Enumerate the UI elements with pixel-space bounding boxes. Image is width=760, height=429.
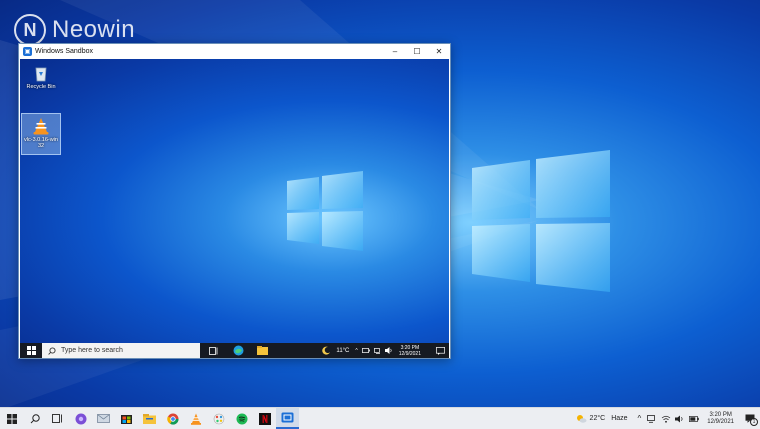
system-tray: 22°C Haze ^ 3:20 PM 12/9/2021 1 [576, 408, 760, 429]
sandbox-clock[interactable]: 3:20 PM 12/9/2021 [399, 345, 421, 357]
neowin-watermark: N Neowin [14, 14, 135, 46]
tray-chevron-icon[interactable]: ^ [638, 414, 642, 423]
taskbar-netflix[interactable] [253, 408, 276, 429]
sandbox-icon [281, 412, 294, 423]
battery-icon[interactable] [689, 415, 700, 422]
sandbox-search-placeholder: Type here to search [61, 347, 123, 354]
store-icon [121, 415, 132, 424]
host-weather-temp[interactable]: 22°C [590, 415, 606, 422]
volume-icon[interactable] [675, 415, 685, 423]
notification-count-badge: 1 [750, 418, 758, 426]
moon-weather-icon [322, 346, 330, 355]
sandbox-title-bar[interactable]: ▣ Windows Sandbox – ☐ ✕ [19, 44, 450, 59]
app-purple-icon [75, 413, 86, 424]
search-icon [48, 346, 56, 355]
taskbar-app-purple[interactable] [69, 408, 92, 429]
sandbox-task-view-button[interactable] [204, 343, 224, 358]
close-button[interactable]: ✕ [428, 44, 450, 59]
recycle-bin-label: Recycle Bin [26, 84, 56, 90]
sandbox-weather-temp: 11°C [336, 347, 350, 354]
chrome-icon [166, 413, 179, 425]
notifications-button[interactable]: 1 [740, 408, 760, 429]
sandbox-notifications-button[interactable] [431, 343, 449, 358]
sandbox-date: 12/9/2021 [398, 350, 421, 357]
volume-icon[interactable] [384, 347, 393, 354]
task-view-button[interactable] [46, 408, 69, 429]
sandbox-app-icon: ▣ [23, 47, 32, 56]
windows-start-icon [26, 346, 36, 355]
notification-icon [435, 346, 445, 355]
taskbar-store[interactable] [115, 408, 138, 429]
sandbox-time: 3:20 PM [400, 344, 420, 351]
network-icon[interactable] [647, 414, 657, 423]
neowin-logo-icon: N [14, 14, 46, 46]
desktop-icon-vlc-installer[interactable]: vlc-3.0.16-win 32 [21, 113, 61, 155]
sandbox-desktop[interactable]: Recycle Bin vlc-3.0.16-win 32 [20, 59, 449, 343]
mail-icon [97, 414, 110, 423]
sandbox-edge-button[interactable] [228, 343, 248, 358]
neowin-brand-text: Neowin [52, 16, 136, 43]
maximize-button[interactable]: ☐ [406, 44, 428, 59]
task-view-icon [52, 414, 62, 423]
windows-logo-wallpaper [472, 150, 610, 292]
host-clock[interactable]: 3:20 PM 12/9/2021 [707, 412, 734, 426]
wifi-icon[interactable] [661, 415, 671, 423]
taskbar-spotify[interactable] [230, 408, 253, 429]
host-weather-desc[interactable]: Haze [611, 415, 627, 422]
host-time: 3:20 PM [709, 411, 732, 418]
vlc-cone-icon [33, 118, 49, 135]
search-button[interactable] [23, 408, 46, 429]
vlc-installer-label: vlc-3.0.16-win 32 [24, 137, 58, 149]
network-icon[interactable] [373, 347, 382, 354]
tray-chevron-icon[interactable]: ^ [355, 348, 357, 354]
sandbox-window[interactable]: ▣ Windows Sandbox – ☐ ✕ Recycle Bin vlc-… [18, 43, 451, 359]
netflix-icon [258, 412, 271, 425]
taskbar-vlc[interactable] [184, 408, 207, 429]
taskbar-mail[interactable] [92, 408, 115, 429]
sandbox-start-button[interactable] [20, 343, 42, 358]
sandbox-taskbar: Type here to search 11°C ^ 3:20 PM 12/9/… [20, 343, 449, 358]
task-view-icon [209, 346, 218, 355]
paint-icon [213, 413, 224, 424]
search-icon [30, 413, 40, 423]
host-date: 12/9/2021 [707, 418, 734, 425]
taskbar-paint[interactable] [207, 408, 230, 429]
taskbar-windows-sandbox[interactable] [276, 408, 299, 429]
minimize-button[interactable]: – [384, 44, 406, 59]
taskbar-chrome[interactable] [161, 408, 184, 429]
file-explorer-icon [143, 413, 156, 424]
sandbox-search-box[interactable]: Type here to search [42, 343, 200, 358]
taskbar-file-explorer[interactable] [138, 408, 161, 429]
sandbox-file-explorer-button[interactable] [252, 343, 272, 358]
sandbox-window-title: Windows Sandbox [35, 48, 93, 55]
battery-icon[interactable] [361, 348, 370, 353]
windows-start-icon [6, 413, 17, 424]
edge-icon [233, 345, 243, 356]
sandbox-weather-icon-button[interactable] [316, 343, 336, 358]
start-button[interactable] [0, 408, 23, 429]
spotify-icon [236, 413, 247, 424]
recycle-bin-icon [35, 67, 47, 82]
file-explorer-icon [256, 346, 268, 355]
weather-sun-cloud-icon[interactable] [576, 414, 587, 423]
desktop-icon-recycle-bin[interactable]: Recycle Bin [22, 61, 60, 90]
vlc-icon [190, 413, 201, 425]
sandbox-windows-logo-wallpaper [287, 171, 363, 251]
host-taskbar: 22°C Haze ^ 3:20 PM 12/9/2021 1 [0, 407, 760, 429]
